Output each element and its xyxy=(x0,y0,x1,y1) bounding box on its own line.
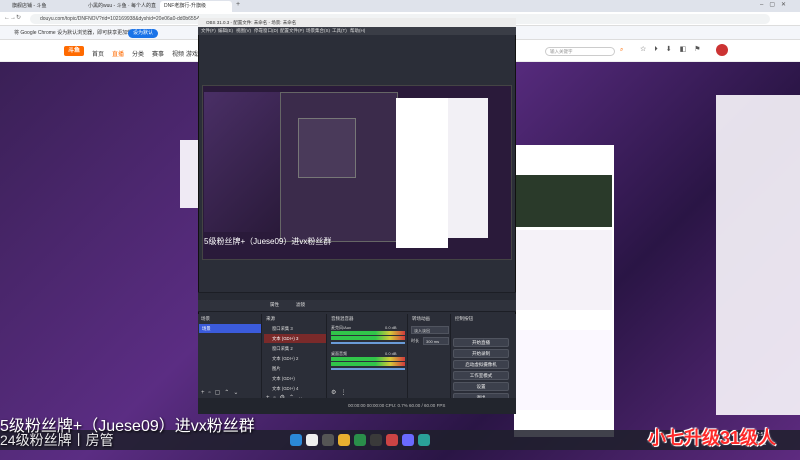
app-icon[interactable] xyxy=(386,434,398,446)
barrage-column xyxy=(716,95,800,415)
menu-edit[interactable]: 编辑(E) xyxy=(218,27,233,35)
menu-tools[interactable]: 工具(T) xyxy=(332,27,347,35)
mixer-dock-title: 音频混音器 xyxy=(331,316,354,321)
studio-mode-button[interactable]: 工作室模式 xyxy=(453,371,509,380)
filters-button[interactable]: 滤镜 xyxy=(296,302,305,308)
menu-help[interactable]: 帮助(H) xyxy=(350,27,365,35)
menu-view[interactable]: 视图(V) xyxy=(236,27,251,35)
browser-tab[interactable]: 小黑的wuu - 斗鱼 · 每个人的直播 xyxy=(84,1,156,12)
task-view-icon[interactable] xyxy=(322,434,334,446)
stream-overlay-manager: 24级粉丝牌丨房管 xyxy=(0,432,114,448)
nav-video[interactable]: 视频 xyxy=(172,49,184,58)
site-logo[interactable]: 斗鱼 xyxy=(64,46,84,56)
audio-meter xyxy=(331,336,405,340)
start-icon[interactable] xyxy=(290,434,302,446)
source-item[interactable]: 文本 (GDI+) 4 xyxy=(264,384,326,393)
source-item[interactable]: 窗口采集 3 xyxy=(264,324,326,333)
app-icon[interactable] xyxy=(418,434,430,446)
transition-type-select[interactable]: 淡入淡出 xyxy=(411,326,449,334)
source-item[interactable]: 文本 (GDI+) xyxy=(264,374,326,383)
sources-dock-title: 来源 xyxy=(266,316,275,321)
preview-nested-capture-inner xyxy=(298,118,356,178)
menu-scene-collection[interactable]: 场景集合(S) xyxy=(306,27,330,35)
stream-overlay-level-up: 小七升级31级人 xyxy=(648,428,777,448)
duration-input[interactable]: 300 ms xyxy=(423,337,449,345)
set-default-button[interactable]: 设为默认 xyxy=(128,29,159,38)
site-search-input[interactable]: 输入关键字 xyxy=(545,47,615,56)
app-icon[interactable] xyxy=(402,434,414,446)
volume-slider[interactable] xyxy=(331,368,405,370)
preview-webpage-region xyxy=(396,98,448,248)
menu-docks[interactable]: 停靠窗口(D) xyxy=(254,27,278,35)
file-explorer-icon[interactable] xyxy=(338,434,350,446)
source-item-selected[interactable]: 文本 (GDI+) 3 xyxy=(264,334,326,343)
start-streaming-button[interactable]: 开始直播 xyxy=(453,338,509,347)
audio-meter xyxy=(331,357,405,361)
source-item[interactable]: 图片 xyxy=(264,364,326,373)
gift-rank-list xyxy=(516,230,612,310)
transitions-dock-title: 转场动画 xyxy=(412,316,430,321)
avatar[interactable] xyxy=(716,44,728,56)
nav-category[interactable]: 分类 xyxy=(132,49,144,58)
menu-profile[interactable]: 配置文件(P) xyxy=(280,27,304,35)
obs-icon[interactable] xyxy=(370,434,382,446)
nav-games[interactable]: 游戏 xyxy=(186,49,198,58)
nav-live[interactable]: 直播 xyxy=(112,49,124,58)
nav-home[interactable]: 首页 xyxy=(92,49,104,58)
back-forward-icons[interactable]: ←→↻ xyxy=(4,14,21,21)
preview-left-region xyxy=(204,92,280,232)
menu-file[interactable]: 文件(F) xyxy=(201,27,216,35)
search-icon[interactable]: ⌕ xyxy=(620,47,623,54)
browser-tab-active[interactable]: DNF老旗行-升旗级 xyxy=(160,1,232,12)
scenes-dock-title: 场景 xyxy=(201,316,210,321)
obs-title-bar: OBS 31.0.3 - 配置文件: 未命名 - 场景: 未命名 xyxy=(198,18,516,27)
source-item[interactable]: 窗口采集 2 xyxy=(264,344,326,353)
window-controls[interactable]: –▢✕ xyxy=(760,1,792,8)
duration-label: 时长 xyxy=(411,338,419,343)
virtual-camera-button[interactable]: 启动虚拟摄像机 xyxy=(453,360,509,369)
controls-dock-title: 控制按钮 xyxy=(455,316,473,321)
browser-tab[interactable]: 旗舰店铺 - 斗鱼 xyxy=(8,1,78,12)
source-status-line: No 源属性源1 xyxy=(198,292,516,307)
chat-message-area xyxy=(516,330,612,410)
settings-button[interactable]: 设置 xyxy=(453,382,509,391)
header-tool-icons[interactable]: ☆⏵⬇◧⚑ xyxy=(640,45,710,57)
mixer-track-level: 0.0 dB xyxy=(385,325,397,330)
new-tab-button[interactable]: + xyxy=(236,1,240,8)
nav-events[interactable]: 赛事 xyxy=(152,49,164,58)
source-item[interactable]: 文本 (GDI+) 2 xyxy=(264,354,326,363)
preview-webpage-side xyxy=(448,98,488,238)
mixer-track-level: 0.0 dB xyxy=(385,351,397,356)
mini-game-preview[interactable] xyxy=(516,175,612,227)
audio-meter xyxy=(331,362,405,366)
start-recording-button[interactable]: 开始录制 xyxy=(453,349,509,358)
chrome-icon[interactable] xyxy=(354,434,366,446)
search-icon[interactable] xyxy=(306,434,318,446)
scene-dock-toolbar[interactable]: +▫▢⌃⌄ xyxy=(201,389,242,396)
preview-overlay-text: 5级粉丝牌+（Juese09）进vx粉丝群 xyxy=(204,237,332,246)
audio-meter xyxy=(331,331,405,335)
volume-slider[interactable] xyxy=(331,342,405,344)
scene-item[interactable]: 场景 xyxy=(199,324,261,333)
properties-button[interactable]: 属性 xyxy=(270,302,279,308)
mixer-dock-toolbar[interactable]: ⚙⋮ xyxy=(331,389,350,396)
properties-bar: 属性 滤镜 xyxy=(198,300,516,312)
